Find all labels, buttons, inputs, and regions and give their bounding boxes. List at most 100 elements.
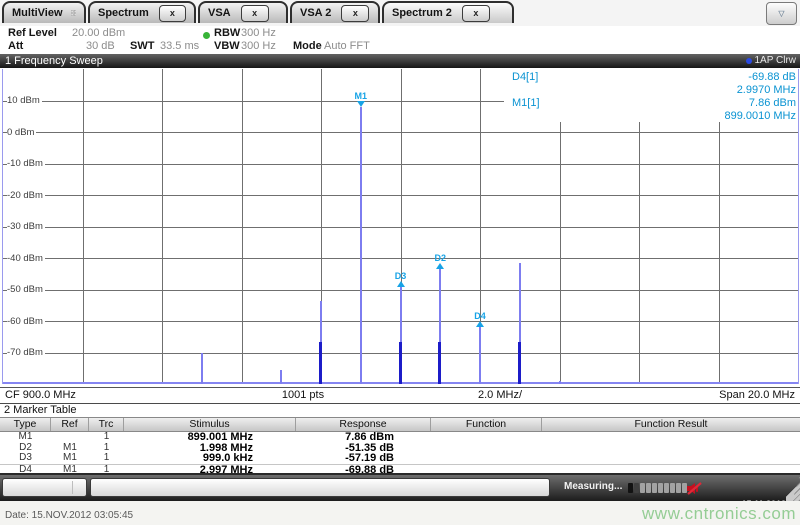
y-axis-tick-label: -20 dBm xyxy=(7,190,45,201)
table-row-d4[interactable]: D4 M1 1 2.997 MHz -69.88 dB xyxy=(0,464,800,476)
cell-type: D3 xyxy=(0,453,51,464)
tab-vsa-2[interactable]: VSA 2 x xyxy=(290,1,380,23)
tab-label: Spectrum 2 xyxy=(392,7,452,19)
spectrum-plot[interactable]: D4[1] -69.88 dB 2.9970 MHz M1[1] 7.86 dB… xyxy=(0,68,800,388)
screenshot-date-text: Date: 15.NOV.2012 03:05:45 xyxy=(5,510,133,521)
tab-multiview[interactable]: MultiView xyxy=(2,1,86,23)
resize-grip[interactable] xyxy=(786,475,800,501)
att-label[interactable]: Att xyxy=(8,40,23,52)
rbw-value: 300 Hz xyxy=(241,27,276,39)
grid-line-horizontal xyxy=(3,164,798,165)
column-header-function: Function xyxy=(431,418,542,431)
cell-response: -57.19 dB xyxy=(296,453,431,464)
mode-label[interactable]: Mode xyxy=(293,40,322,52)
scale-per-division-label: 2.0 MHz/ xyxy=(458,388,542,403)
trace-spike xyxy=(201,353,203,385)
column-header-response: Response xyxy=(296,418,431,431)
table-row-d2[interactable]: D2 M1 1 1.998 MHz -51.35 dB xyxy=(0,443,800,454)
trace-spike xyxy=(519,263,521,384)
marker-d3[interactable]: D3 xyxy=(384,272,418,287)
tab-vsa[interactable]: VSA x xyxy=(198,1,288,23)
status-input-small[interactable] xyxy=(2,478,87,497)
vbw-value: 300 Hz xyxy=(241,40,276,52)
swt-label[interactable]: SWT xyxy=(130,40,154,52)
tab-label: VSA 2 xyxy=(300,7,331,19)
tab-label: Spectrum xyxy=(98,7,149,19)
watermark-text: www.cntronics.com xyxy=(642,504,796,524)
audio-muted-icon[interactable] xyxy=(686,482,703,495)
plot-title: 1 Frequency Sweep xyxy=(5,54,103,68)
trace-spike xyxy=(360,107,362,384)
measuring-status-text: Measuring... xyxy=(564,481,622,492)
cell-function-result xyxy=(542,443,800,454)
column-header-ref: Ref xyxy=(51,418,89,431)
grid-line-horizontal xyxy=(3,132,798,133)
close-icon[interactable]: x xyxy=(462,5,490,22)
vbw-label[interactable]: VBW xyxy=(214,40,240,52)
spectrum-analyzer-screen: MultiView Spectrum x VSA x VSA 2 x Spect… xyxy=(0,0,800,525)
rbw-coupled-indicator-icon xyxy=(203,32,210,39)
progress-segment xyxy=(658,483,663,493)
marker-triangle-icon xyxy=(436,263,444,269)
progress-segment xyxy=(664,483,669,493)
marker-d2[interactable]: D2 xyxy=(423,254,457,269)
marker-m1-frequency: 899.0010 MHz xyxy=(724,110,796,123)
progress-segment xyxy=(628,483,633,493)
span-label[interactable]: Span 20.0 MHz xyxy=(719,388,795,403)
tab-spectrum[interactable]: Spectrum x xyxy=(88,1,196,23)
cell-function xyxy=(431,453,542,464)
trace-spike-base xyxy=(438,342,441,384)
trace-legend[interactable]: 1AP Clrw xyxy=(746,54,797,68)
ref-level-label[interactable]: Ref Level xyxy=(8,27,57,39)
marker-d4-level: -69.88 dB xyxy=(748,71,796,84)
marker-table-header: Type Ref Trc Stimulus Response Function … xyxy=(0,417,800,432)
trace-spike xyxy=(280,370,282,384)
rbw-label[interactable]: RBW xyxy=(214,27,240,39)
progress-segment xyxy=(670,483,675,493)
settings-bar: Ref Level 20.00 dBm RBW 300 Hz Att 30 dB… xyxy=(0,26,800,54)
column-header-type: Type xyxy=(0,418,51,431)
marker-triangle-icon xyxy=(476,321,484,327)
chevron-down-icon: ▽ xyxy=(778,9,784,18)
marker-info-panel: D4[1] -69.88 dB 2.9970 MHz M1[1] 7.86 dB… xyxy=(504,69,798,122)
ref-level-value: 20.00 dBm xyxy=(72,27,125,39)
tab-label: VSA xyxy=(208,7,231,19)
trace-spike xyxy=(320,301,322,385)
progress-segment xyxy=(676,483,681,493)
trace-legend-label: 1AP Clrw xyxy=(755,54,797,68)
center-frequency-label[interactable]: CF 900.0 MHz xyxy=(5,388,76,403)
trace-spike-base xyxy=(319,342,322,384)
cell-stimulus: 999.0 kHz xyxy=(124,453,296,464)
table-row-d3[interactable]: D3 M1 1 999.0 kHz -57.19 dB xyxy=(0,453,800,464)
grid-line-horizontal xyxy=(3,227,798,228)
marker-m1[interactable]: M1 xyxy=(344,92,378,107)
tab-overflow-dropdown-button[interactable]: ▽ xyxy=(766,2,797,25)
progress-segment xyxy=(640,483,645,493)
column-header-function-result: Function Result xyxy=(542,418,800,431)
trace-spike-base xyxy=(518,342,521,384)
y-axis-tick-label: -30 dBm xyxy=(7,221,45,232)
cell-trc: 1 xyxy=(89,453,124,464)
tab-spectrum-2[interactable]: Spectrum 2 x xyxy=(382,1,514,23)
trace-spike xyxy=(400,287,402,384)
marker-d4-name: D4[1] xyxy=(512,71,538,84)
marker-label: M1 xyxy=(344,92,378,101)
plot-grid: D4[1] -69.88 dB 2.9970 MHz M1[1] 7.86 dB… xyxy=(2,69,799,384)
tab-bar: MultiView Spectrum x VSA x VSA 2 x Spect… xyxy=(0,0,800,26)
marker-m1-level: 7.86 dBm xyxy=(749,97,796,110)
tab-label: MultiView xyxy=(12,7,63,19)
y-axis-tick-label: -10 dBm xyxy=(7,158,45,169)
close-icon[interactable]: x xyxy=(341,5,369,22)
trace-spike-base xyxy=(399,342,402,384)
marker-table-section: 2 Marker Table Type Ref Trc Stimulus Res… xyxy=(0,404,800,475)
close-icon[interactable]: x xyxy=(159,5,186,22)
measurement-progress-bar xyxy=(628,483,687,493)
close-icon[interactable]: x xyxy=(241,5,269,22)
status-input-large[interactable] xyxy=(90,478,550,497)
table-row-m1[interactable]: M1 1 899.001 MHz 7.86 dBm xyxy=(0,432,800,443)
marker-d4[interactable]: D4 xyxy=(463,312,497,327)
marker-triangle-icon xyxy=(357,101,365,107)
marker-label: D4 xyxy=(463,312,497,321)
y-axis-tick-label: -40 dBm xyxy=(7,253,45,264)
mode-value: Auto FFT xyxy=(324,40,370,52)
